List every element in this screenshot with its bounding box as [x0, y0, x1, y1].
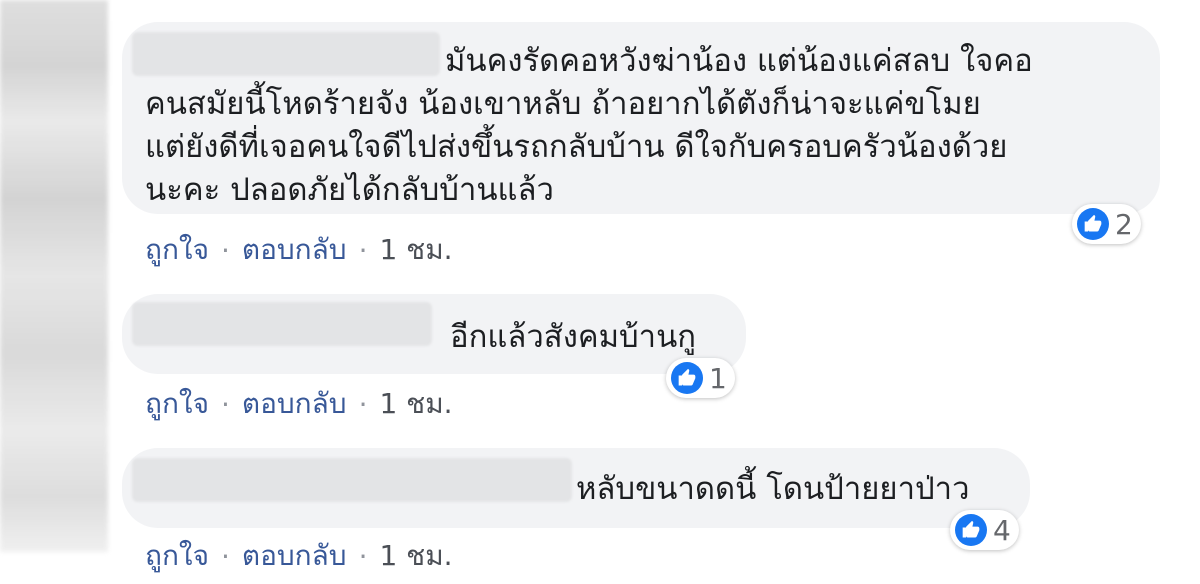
comment-text: มันคงรัดคอหวังฆ่าน้อง แต่น้องแค่สลบ ใจคอ…: [145, 43, 1033, 208]
reaction-badge[interactable]: 4: [950, 510, 1019, 550]
thumbs-up-icon: [955, 514, 987, 546]
separator: ·: [220, 387, 230, 421]
separator: ·: [358, 387, 368, 421]
reaction-count: 4: [993, 513, 1011, 547]
reply-link[interactable]: ตอบกลับ: [242, 534, 347, 578]
reply-link[interactable]: ตอบกลับ: [242, 228, 347, 272]
separator: ·: [358, 539, 368, 573]
comment-actions: ถูกใจ · ตอบกลับ · 1 ชม.: [145, 382, 453, 426]
commenter-name-blurred[interactable]: [132, 458, 572, 502]
avatar-blurred: [0, 0, 108, 552]
like-link[interactable]: ถูกใจ: [145, 382, 209, 426]
reaction-badge[interactable]: 1: [666, 358, 735, 398]
comment-thread: มันคงรัดคอหวังฆ่าน้อง แต่น้องแค่สลบ ใจคอ…: [0, 0, 1200, 584]
thumbs-up-icon: [671, 362, 703, 394]
timestamp[interactable]: 1 ชม.: [379, 382, 452, 426]
like-link[interactable]: ถูกใจ: [145, 534, 209, 578]
comment-text: หลับขนาดดนี้ โดนป้ายยาป่าว: [576, 471, 970, 507]
timestamp[interactable]: 1 ชม.: [379, 534, 452, 578]
reaction-count: 1: [709, 361, 727, 395]
reaction-count: 2: [1115, 207, 1133, 241]
reaction-badge[interactable]: 2: [1072, 204, 1141, 244]
separator: ·: [220, 233, 230, 267]
comment-actions: ถูกใจ · ตอบกลับ · 1 ชม.: [145, 534, 453, 578]
separator: ·: [358, 233, 368, 267]
timestamp[interactable]: 1 ชม.: [379, 228, 452, 272]
reply-link[interactable]: ตอบกลับ: [242, 382, 347, 426]
like-link[interactable]: ถูกใจ: [145, 228, 209, 272]
separator: ·: [220, 539, 230, 573]
thumbs-up-icon: [1077, 208, 1109, 240]
comment-text: อีกแล้วสังคมบ้านกู: [450, 319, 697, 355]
commenter-name-blurred[interactable]: [132, 302, 432, 346]
comment-actions: ถูกใจ · ตอบกลับ · 1 ชม.: [145, 228, 453, 272]
